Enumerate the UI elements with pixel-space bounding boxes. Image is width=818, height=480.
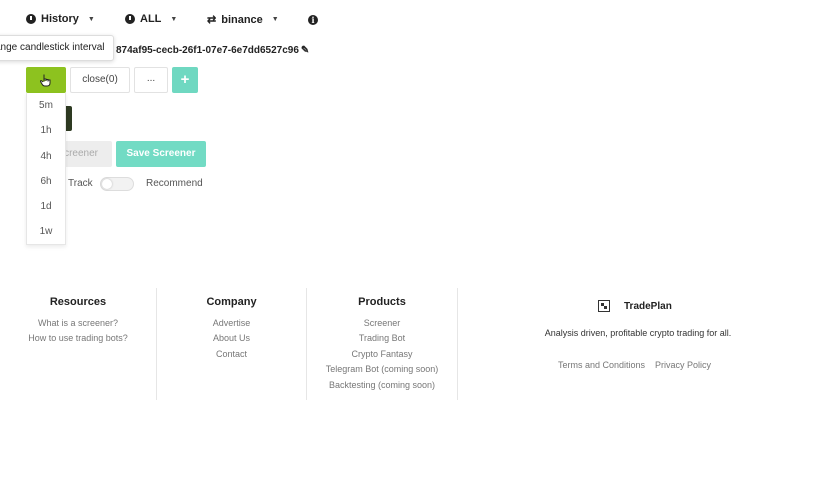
tradeplan-logo-icon [598,300,610,312]
market-dropdown[interactable]: ALL ▼ [125,13,177,25]
interval-dropdown: 5m 1h 4h 6h 1d 1w [26,93,66,245]
chevron-down-icon: ▼ [87,15,95,23]
screener-id-text: 874af95-cecb-26f1-07e7-6e7dd6527c96 [116,45,299,56]
footer-link[interactable]: Contact [157,347,306,362]
exchange-dropdown[interactable]: ⇄ binance ▼ [207,13,279,27]
footer-products: Products Screener Trading Bot Crypto Fan… [307,288,458,400]
terms-link[interactable]: Terms and Conditions [558,360,645,370]
footer-link[interactable]: Screener [307,316,457,331]
close-button[interactable]: close(0) [70,67,130,93]
pointer-hand-icon [40,74,51,87]
footer-resources-title: Resources [49,296,107,308]
footer-products-title: Products [358,296,406,308]
more-button[interactable]: ... [134,67,168,93]
track-label: Track [68,178,93,189]
screener-id: 874af95-cecb-26f1-07e7-6e7dd6527c96 ✎ [116,45,309,56]
save-screener-button[interactable]: Save Screener [116,141,206,167]
footer-company: Company Advertise About Us Contact [157,288,307,400]
track-recommend-toggle[interactable] [100,177,134,191]
interval-option-6h[interactable]: 6h [27,169,65,194]
swap-icon: ⇄ [207,14,217,26]
tooltip-text: ange candlestick interval [0,42,105,53]
clock-icon [26,14,36,24]
info-icon[interactable]: i [308,15,318,25]
interval-option-1h[interactable]: 1h [27,118,65,143]
privacy-link[interactable]: Privacy Policy [655,360,711,370]
footer-link[interactable]: Backtesting (coming soon) [307,378,457,393]
footer: Resources What is a screener? How to use… [0,288,818,400]
footer-brand: TradePlan Analysis driven, profitable cr… [458,288,818,400]
pencil-icon[interactable]: ✎ [301,45,309,56]
interval-option-4h[interactable]: 4h [27,144,65,169]
footer-link[interactable]: How to use trading bots? [0,331,156,346]
brand-row: TradePlan [598,300,672,312]
exchange-label: binance [221,13,263,26]
interval-option-1w[interactable]: 1w [27,219,65,244]
market-label: ALL [140,13,162,25]
toggle-knob [102,179,112,189]
interval-tooltip: ange candlestick interval [0,35,114,61]
interval-button[interactable] [26,67,66,93]
footer-company-title: Company [206,296,257,308]
top-nav: History ▼ ALL ▼ ⇄ binance ▼ i [0,13,818,31]
footer-link[interactable]: What is a screener? [0,316,156,331]
interval-option-1d[interactable]: 1d [27,194,65,219]
footer-link[interactable]: Telegram Bot (coming soon) [307,362,457,377]
interval-option-5m[interactable]: 5m [27,93,65,118]
chevron-down-icon: ▼ [170,15,178,23]
coin-icon [125,14,135,24]
recommend-label: Recommend [146,178,203,189]
history-dropdown[interactable]: History ▼ [26,13,95,25]
history-label: History [41,13,79,25]
brand-name: TradePlan [624,300,672,312]
add-button[interactable]: + [172,67,198,93]
footer-link[interactable]: About Us [157,331,306,346]
legal-links: Terms and Conditions Privacy Policy [558,360,711,370]
chevron-down-icon: ▼ [271,16,279,23]
footer-link[interactable]: Trading Bot [307,331,457,346]
brand-tagline: Analysis driven, profitable crypto tradi… [544,328,732,338]
footer-link[interactable]: Advertise [157,316,306,331]
footer-resources: Resources What is a screener? How to use… [0,288,157,400]
footer-link[interactable]: Crypto Fantasy [307,347,457,362]
